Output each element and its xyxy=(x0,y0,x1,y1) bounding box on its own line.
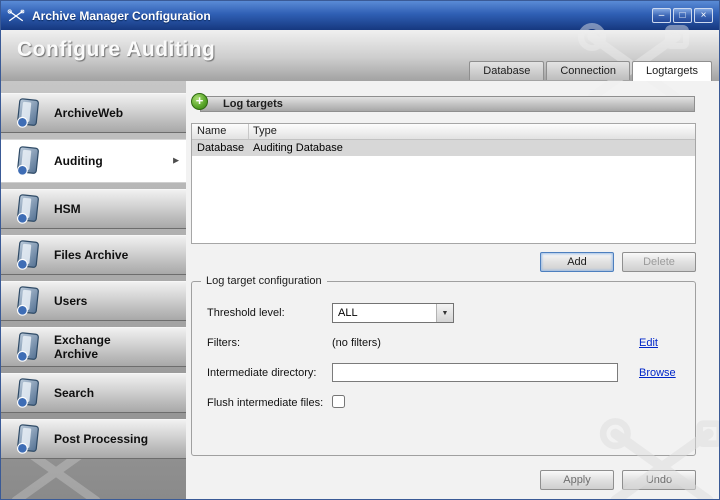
threshold-level-label: Threshold level: xyxy=(207,307,285,319)
sidebar-item-archiveweb[interactable]: ArchiveWeb xyxy=(1,93,186,133)
sidebar: ArchiveWeb Auditing ► HSM Files Archive … xyxy=(1,81,186,499)
auditing-icon xyxy=(14,146,42,176)
cell-name: Database xyxy=(192,140,249,156)
sidebar-item-search[interactable]: Search xyxy=(1,373,186,413)
log-targets-header: Log targets xyxy=(200,96,695,112)
hsm-icon xyxy=(14,194,42,224)
add-log-target-icon[interactable]: + xyxy=(191,93,208,110)
add-button[interactable]: Add xyxy=(540,252,614,272)
column-header-type[interactable]: Type xyxy=(249,124,695,139)
sidebar-item-hsm[interactable]: HSM xyxy=(1,189,186,229)
sidebar-item-files-archive[interactable]: Files Archive xyxy=(1,235,186,275)
threshold-selected-value: ALL xyxy=(338,307,358,319)
sidebar-item-auditing[interactable]: Auditing ► xyxy=(1,139,186,183)
sidebar-item-label: Search xyxy=(54,386,150,400)
filters-value: (no filters) xyxy=(332,337,381,349)
sidebar-item-label: Exchange Archive xyxy=(54,333,150,362)
sidebar-item-label: Auditing xyxy=(54,154,150,168)
titlebar: Archive Manager Configuration – □ × xyxy=(1,1,719,30)
log-targets-title: Log targets xyxy=(223,98,283,110)
sidebar-item-exchange-archive[interactable]: Exchange Archive xyxy=(1,327,186,367)
users-icon xyxy=(14,286,42,316)
tab-connection[interactable]: Connection xyxy=(546,61,630,80)
delete-button[interactable]: Delete xyxy=(622,252,696,272)
tab-logtargets[interactable]: Logtargets xyxy=(632,61,712,81)
sidebar-item-users[interactable]: Users xyxy=(1,281,186,321)
archiveweb-icon xyxy=(14,98,42,128)
log-targets-table: Name Type Database Auditing Database xyxy=(191,123,696,244)
undo-button[interactable]: Undo xyxy=(622,470,696,490)
page-header: Configure Auditing Database Connection L… xyxy=(1,30,719,81)
edit-link[interactable]: Edit xyxy=(639,337,658,349)
exchange-archive-icon xyxy=(14,332,42,362)
window-title: Archive Manager Configuration xyxy=(32,9,211,23)
threshold-level-select[interactable]: ALL ▼ xyxy=(332,303,454,323)
search-icon xyxy=(14,378,42,408)
sidebar-item-label: Users xyxy=(54,294,150,308)
tab-bar: Database Connection Logtargets xyxy=(469,61,712,81)
intermediate-directory-label: Intermediate directory: xyxy=(207,367,316,379)
window-controls: – □ × xyxy=(652,8,713,23)
browse-link[interactable]: Browse xyxy=(639,367,676,379)
tab-database[interactable]: Database xyxy=(469,61,544,80)
app-window: Archive Manager Configuration – □ × Conf… xyxy=(0,0,720,500)
chevron-down-icon: ▼ xyxy=(436,304,453,322)
files-archive-icon xyxy=(14,240,42,270)
app-icon xyxy=(7,7,25,25)
flush-intermediate-files-label: Flush intermediate files: xyxy=(207,397,323,409)
maximize-button[interactable]: □ xyxy=(673,8,692,23)
filters-label: Filters: xyxy=(207,337,240,349)
group-title: Log target configuration xyxy=(201,275,327,287)
post-processing-icon xyxy=(14,424,42,454)
intermediate-directory-input[interactable] xyxy=(332,363,618,382)
log-target-configuration-group: Log target configuration Threshold level… xyxy=(191,281,696,456)
apply-button[interactable]: Apply xyxy=(540,470,614,490)
sidebar-item-label: HSM xyxy=(54,202,150,216)
selected-arrow-icon: ► xyxy=(171,156,181,167)
table-row[interactable]: Database Auditing Database xyxy=(192,140,695,156)
sidebar-item-label: ArchiveWeb xyxy=(54,106,150,120)
column-header-name[interactable]: Name xyxy=(192,124,249,139)
minimize-button[interactable]: – xyxy=(652,8,671,23)
table-header-row: Name Type xyxy=(192,124,695,140)
sidebar-item-post-processing[interactable]: Post Processing xyxy=(1,419,186,459)
close-button[interactable]: × xyxy=(694,8,713,23)
sidebar-item-label: Files Archive xyxy=(54,248,150,262)
main-content: + Log targets Name Type Database Auditin… xyxy=(186,81,719,499)
sidebar-item-label: Post Processing xyxy=(54,432,150,446)
page-title: Configure Auditing xyxy=(17,38,215,62)
flush-intermediate-files-checkbox[interactable] xyxy=(332,395,345,408)
cell-type: Auditing Database xyxy=(249,140,695,156)
